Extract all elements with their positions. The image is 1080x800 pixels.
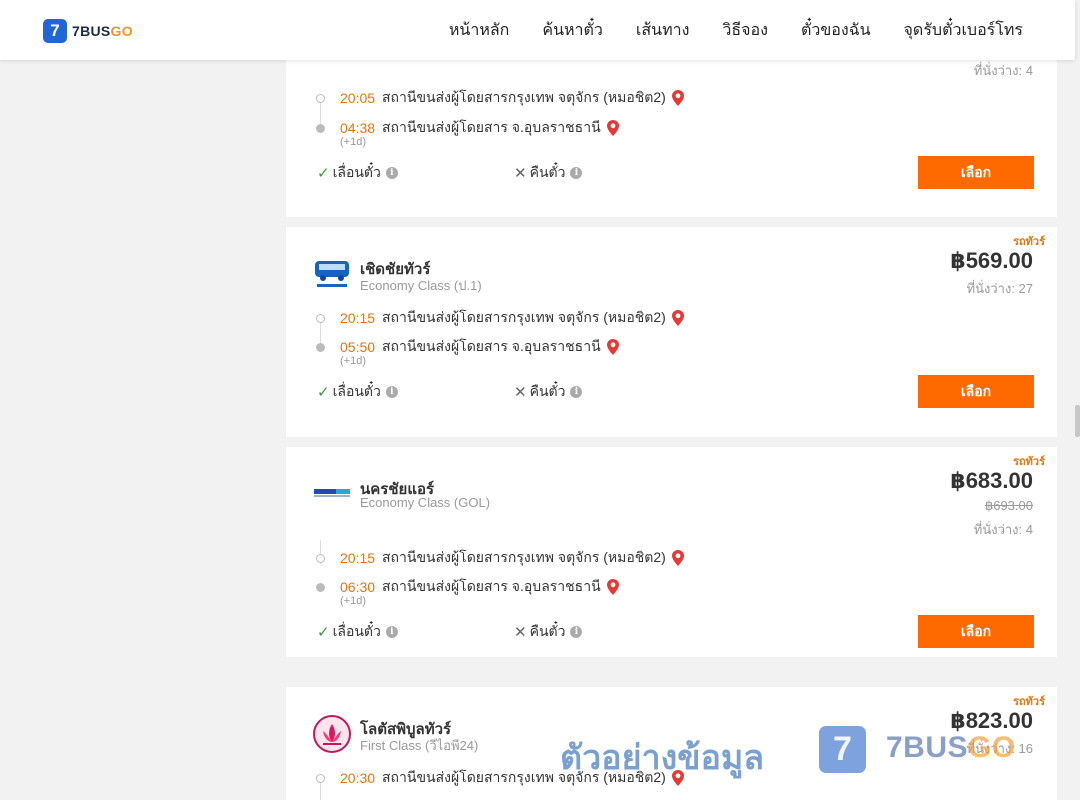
reschedule-label: เลื่อนตั๋ว xyxy=(332,383,381,399)
nav-routes[interactable]: เส้นทาง xyxy=(636,18,690,43)
arrival-place: สถานีขนส่งผู้โดยสาร จ.อุบลราชธานี xyxy=(382,119,601,135)
refund-label: คืนตั๋ว xyxy=(529,623,566,639)
top-header: 7 7BUSGO หน้าหลัก ค้นหาตั๋ว เส้นทาง วิธี… xyxy=(0,0,1075,60)
info-icon[interactable]: i xyxy=(570,386,583,398)
watermark-brand-bus: 7BUS xyxy=(886,731,969,764)
map-pin-icon[interactable] xyxy=(606,120,619,136)
watermark-brand: 7BUSGO xyxy=(886,731,1016,765)
info-icon[interactable]: i xyxy=(570,626,583,638)
seats-available: ที่นั่งว่าง: 4 xyxy=(973,63,1033,78)
ticket-price: ฿683.00 xyxy=(950,468,1033,493)
departure-dot xyxy=(316,553,325,563)
operator-logo-lotus-icon xyxy=(313,715,351,753)
page-scrollbar[interactable] xyxy=(1075,0,1080,800)
scroll-thumb[interactable] xyxy=(1075,405,1080,437)
nav-my-tickets[interactable]: ตั๋วของฉัน xyxy=(801,18,871,43)
refund-label: คืนตั๋ว xyxy=(529,383,566,399)
select-button[interactable]: เลือก xyxy=(918,156,1034,189)
logo-text-go: GO xyxy=(110,23,133,39)
check-icon: ✓ xyxy=(317,165,330,182)
logo-text-bus: 7BUS xyxy=(72,23,111,39)
departure-place: สถานีขนส่งผู้โดยสารกรุงเทพ จตุจักร (หมอช… xyxy=(382,549,666,565)
original-price: ฿693.00 xyxy=(984,498,1033,513)
nav-how-to-book[interactable]: วิธีจอง xyxy=(722,18,768,43)
ticket-price: ฿569.00 xyxy=(950,248,1033,273)
departure-time: 20:05 xyxy=(340,90,376,106)
refund-label: คืนตั๋ว xyxy=(529,164,566,180)
seats-available: ที่นั่งว่าง: 4 xyxy=(973,522,1033,537)
next-day-label: (+1d) xyxy=(340,136,366,148)
seats-available: ที่นั่งว่าง: 27 xyxy=(966,281,1033,296)
logo-text: 7BUSGO xyxy=(72,23,133,39)
select-button[interactable]: เลือก xyxy=(918,375,1034,408)
arrival-dot xyxy=(316,123,325,133)
cross-icon: ✕ xyxy=(514,384,527,401)
select-button[interactable]: เลือก xyxy=(918,615,1034,648)
cross-icon: ✕ xyxy=(514,165,527,182)
reschedule-feature: ✓ เลื่อนตั๋ว i xyxy=(317,621,398,643)
arrival-place: สถานีขนส่งผู้โดยสาร จ.อุบลราชธานี xyxy=(382,338,601,354)
departure-time: 20:30 xyxy=(340,770,376,786)
map-pin-icon[interactable] xyxy=(671,90,684,106)
departure-time: 20:15 xyxy=(340,310,376,326)
site-logo[interactable]: 7 7BUSGO xyxy=(43,19,133,43)
arrival-time: 05:50 xyxy=(340,339,376,355)
watermark-brand-go: GO xyxy=(968,731,1016,764)
departure-stop: 20:15 สถานีขนส่งผู้โดยสารกรุงเทพ จตุจักร… xyxy=(316,307,684,329)
departure-dot xyxy=(316,313,325,323)
main-nav: หน้าหลัก ค้นหาตั๋ว เส้นทาง วิธีจอง ตั๋วข… xyxy=(416,0,1023,60)
info-icon[interactable]: i xyxy=(570,167,583,179)
next-day-label: (+1d) xyxy=(340,595,366,607)
map-pin-icon[interactable] xyxy=(606,339,619,355)
check-icon: ✓ xyxy=(317,384,330,401)
arrival-time: 04:38 xyxy=(340,120,376,136)
arrival-place: สถานีขนส่งผู้โดยสาร จ.อุบลราชธานี xyxy=(382,578,601,594)
arrival-time: 06:30 xyxy=(340,579,376,595)
departure-dot xyxy=(316,93,325,103)
departure-dot xyxy=(316,773,325,783)
refund-feature: ✕ คืนตั๋ว i xyxy=(514,621,583,643)
operator-logo-icon xyxy=(314,489,350,497)
nav-search-ticket[interactable]: ค้นหาตั๋ว xyxy=(542,18,603,43)
bus-class: Economy Class (GOL) xyxy=(360,495,491,510)
bus-class: Economy Class (ป.1) xyxy=(360,278,482,293)
refund-feature: ✕ คืนตั๋ว i xyxy=(514,381,583,403)
reschedule-label: เลื่อนตั๋ว xyxy=(332,164,381,180)
cross-icon: ✕ xyxy=(514,624,527,641)
departure-stop: 20:15 สถานีขนส่งผู้โดยสารกรุงเทพ จตุจักร… xyxy=(316,547,684,569)
refund-feature: ✕ คืนตั๋ว i xyxy=(514,162,583,184)
logo-mark: 7 xyxy=(43,19,67,43)
arrival-dot xyxy=(316,342,325,352)
info-icon[interactable]: i xyxy=(385,167,398,179)
operator-logo-bus-icon xyxy=(315,261,349,287)
watermark-logo-mark: 7 xyxy=(819,726,866,773)
departure-place: สถานีขนส่งผู้โดยสารกรุงเทพ จตุจักร (หมอช… xyxy=(382,309,666,325)
watermark-sample-text: ตัวอย่างข้อมูล xyxy=(560,739,765,777)
nav-home[interactable]: หน้าหลัก xyxy=(449,18,510,43)
info-icon[interactable]: i xyxy=(385,626,398,638)
reschedule-feature: ✓ เลื่อนตั๋ว i xyxy=(317,381,398,403)
check-icon: ✓ xyxy=(317,624,330,641)
map-pin-icon[interactable] xyxy=(671,310,684,326)
departure-time: 20:15 xyxy=(340,550,376,566)
trip-card: รถทัวร์ เชิดชัยทัวร์ Economy Class (ป.1)… xyxy=(286,227,1057,437)
reschedule-feature: ✓ เลื่อนตั๋ว i xyxy=(317,162,398,184)
next-day-label: (+1d) xyxy=(340,355,366,367)
map-pin-icon[interactable] xyxy=(606,579,619,595)
map-pin-icon[interactable] xyxy=(671,550,684,566)
departure-place: สถานีขนส่งผู้โดยสารกรุงเทพ จตุจักร (หมอช… xyxy=(382,89,666,105)
info-icon[interactable]: i xyxy=(385,386,398,398)
reschedule-label: เลื่อนตั๋ว xyxy=(332,623,381,639)
bus-class: First Class (วีไอพี24) xyxy=(360,738,479,753)
arrival-dot xyxy=(316,582,325,592)
nav-pickup-points[interactable]: จุดรับตั๋วเบอร์โทร xyxy=(904,18,1023,43)
departure-stop: 20:05 สถานีขนส่งผู้โดยสารกรุงเทพ จตุจักร… xyxy=(316,87,684,109)
trip-card: รถทัวร์ นครชัยแอร์ Economy Class (GOL) ฿… xyxy=(286,447,1057,657)
